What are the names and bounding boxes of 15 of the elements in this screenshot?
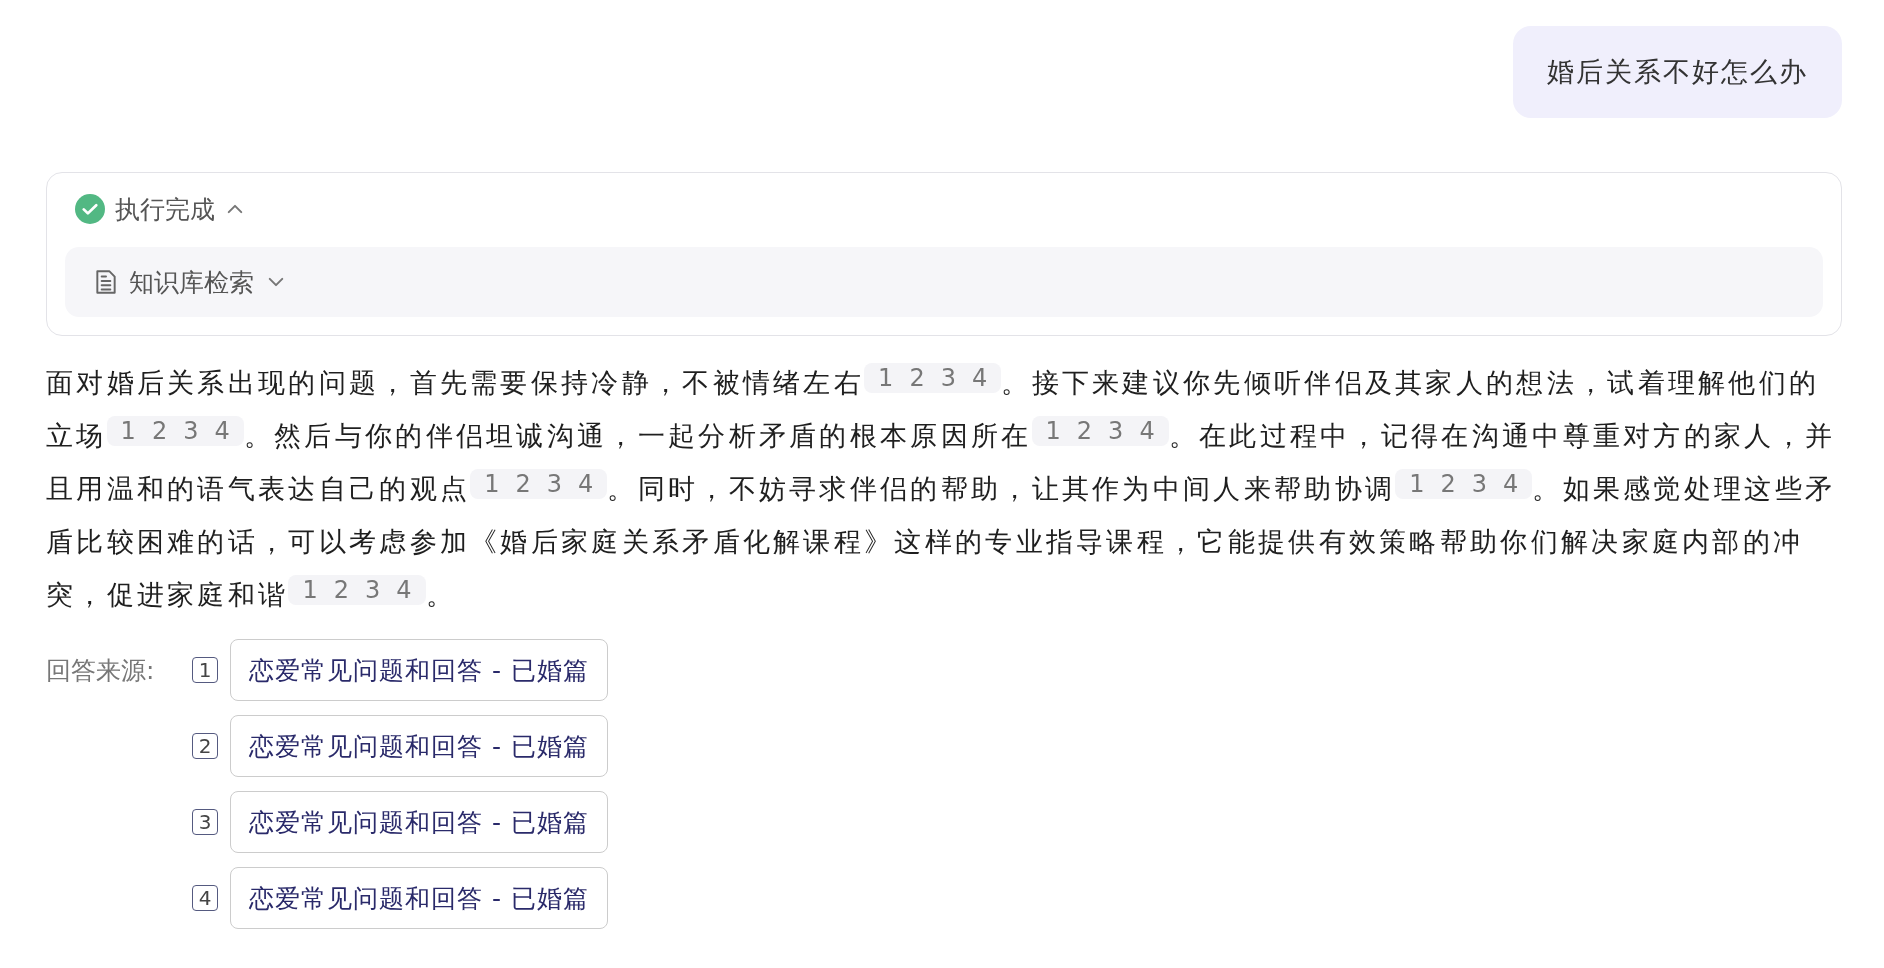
step-panel[interactable]: 知识库检索 [65, 247, 1823, 317]
source-link[interactable]: 恋爱常见问题和回答 - 已婚篇 [230, 791, 608, 853]
status-label: 执行完成 [115, 193, 215, 226]
source-link[interactable]: 恋爱常见问题和回答 - 已婚篇 [230, 715, 608, 777]
source-index: 2 [192, 733, 218, 759]
step-label: 知识库检索 [129, 266, 254, 299]
source-link[interactable]: 恋爱常见问题和回答 - 已婚篇 [230, 639, 608, 701]
source-link[interactable]: 恋爱常见问题和回答 - 已婚篇 [230, 867, 608, 929]
source-index: 4 [192, 885, 218, 911]
user-message: 婚后关系不好怎么办 [1513, 26, 1842, 118]
sources-label: 回答来源: [46, 655, 156, 687]
document-icon [95, 269, 117, 295]
answer-paragraph: 面对婚后关系出现的问题，首先需要保持冷静，不被情绪左右 1 2 3 4 。接下来建议你先倾听伴侣及其家人的想法，试着理解他们的立场 1 2 3 4 。然后与你的伴侣坦诚沟通，一起分析矛盾的根本原因所在 1 2 3 4 。在此过程中，记得在沟通中尊重对方的家人，并且用温和的语气表达自己的观点 1 2 3 4 。同时，不妨寻求伴侣的帮助，让其作为中间人来帮助协调 1 2 3 4 。如果感觉处理这些矛盾比较困难的话，可以考虑参加《婚后家庭关系矛盾化解课程》这样的专业指导课程，它能提供有效策略帮助你们解决家庭内部的冲突，促进家庭和谐 1 2 3 4 。 [46, 362, 1837, 612]
source-index: 1 [192, 657, 218, 683]
source-index: 3 [192, 809, 218, 835]
